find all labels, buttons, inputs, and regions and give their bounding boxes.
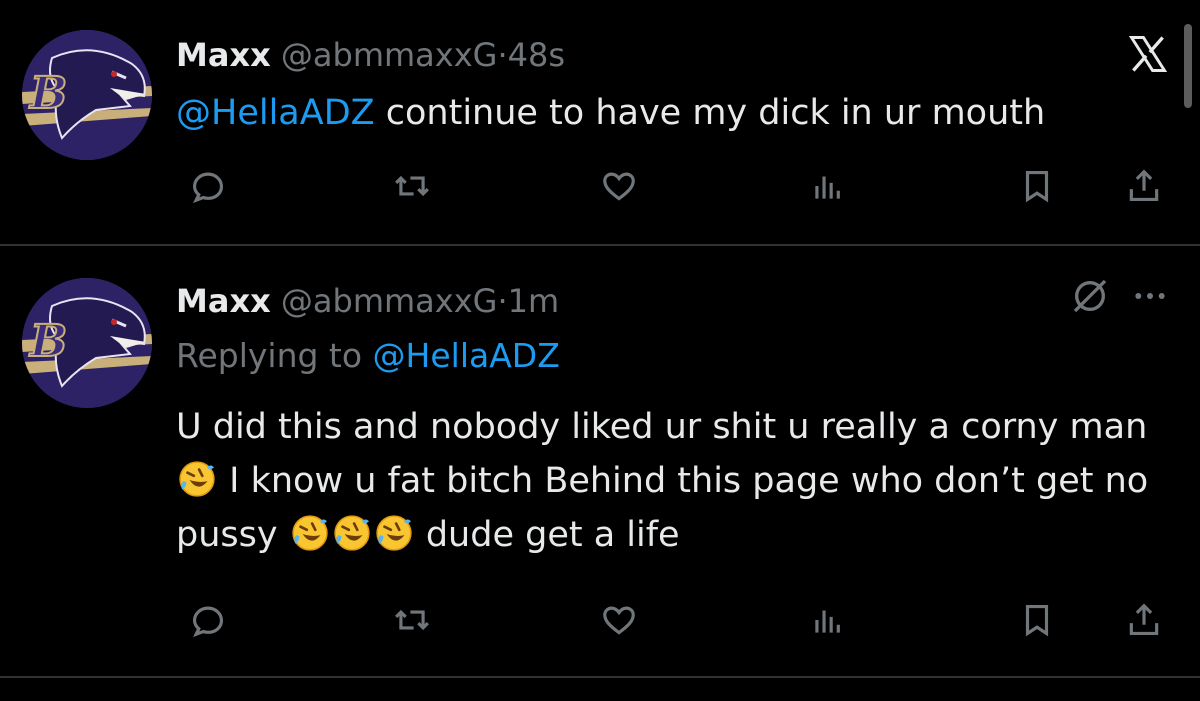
- tweet-header: Maxx @abmmaxxG·1m: [176, 281, 559, 321]
- timestamp[interactable]: 1m: [508, 282, 560, 320]
- x-logo-icon[interactable]: [1126, 32, 1170, 76]
- replying-to: Replying to @HellaADZ: [176, 334, 560, 378]
- tweet-text-part: dude get a life: [414, 515, 680, 555]
- share-icon: [1125, 167, 1163, 205]
- retweet-icon: [393, 167, 431, 205]
- avatar[interactable]: [22, 278, 152, 408]
- tweet-card[interactable]: Maxx @abmmaxxG·1m Replying to @HellaADZ …: [0, 246, 1200, 676]
- views-button[interactable]: [806, 164, 850, 208]
- retweet-icon: [393, 601, 431, 639]
- tweet-card[interactable]: Maxx @abmmaxxG·48s @HellaADZ continue to…: [0, 0, 1200, 244]
- ravens-logo-image: [22, 278, 152, 408]
- reply-button[interactable]: [186, 598, 230, 642]
- share-button[interactable]: [1122, 598, 1166, 642]
- views-icon: [809, 167, 847, 205]
- mention-link[interactable]: @HellaADZ: [373, 336, 560, 375]
- views-button[interactable]: [806, 598, 850, 642]
- share-button[interactable]: [1122, 164, 1166, 208]
- reply-icon: [189, 601, 227, 639]
- like-button[interactable]: [597, 164, 641, 208]
- action-bar: [0, 164, 1200, 208]
- user-handle[interactable]: @abmmaxxG: [281, 36, 498, 74]
- retweet-button[interactable]: [390, 164, 434, 208]
- bookmark-icon: [1018, 167, 1056, 205]
- rofl-emoji-icon: [333, 514, 371, 552]
- display-name[interactable]: Maxx: [176, 282, 271, 320]
- ravens-logo-image: [22, 30, 152, 160]
- share-icon: [1125, 601, 1163, 639]
- rofl-emoji-icon: [178, 460, 216, 498]
- bookmark-button[interactable]: [1015, 598, 1059, 642]
- tweet-text: U did this and nobody liked ur shit u re…: [176, 400, 1176, 562]
- rofl-emoji-icon: [375, 514, 413, 552]
- retweet-button[interactable]: [390, 598, 434, 642]
- user-handle[interactable]: @abmmaxxG: [281, 282, 498, 320]
- grok-icon[interactable]: [1070, 276, 1110, 316]
- display-name[interactable]: Maxx: [176, 36, 271, 74]
- rofl-emoji-icon: [291, 514, 329, 552]
- divider: [0, 676, 1200, 678]
- separator-dot: ·: [497, 36, 508, 74]
- action-bar: [0, 598, 1200, 642]
- tweet-header: Maxx @abmmaxxG·48s: [176, 35, 565, 75]
- tweet-text-part: U did this and nobody liked ur shit u re…: [176, 407, 1148, 447]
- bookmark-button[interactable]: [1015, 164, 1059, 208]
- views-icon: [809, 601, 847, 639]
- reply-icon: [189, 167, 227, 205]
- tweet-text: @HellaADZ continue to have my dick in ur…: [176, 86, 1045, 140]
- more-icon[interactable]: [1128, 276, 1172, 316]
- timestamp[interactable]: 48s: [508, 36, 565, 74]
- heart-icon: [600, 601, 638, 639]
- mention-link[interactable]: @HellaADZ: [176, 93, 375, 133]
- replying-to-label: Replying to: [176, 336, 373, 375]
- bookmark-icon: [1018, 601, 1056, 639]
- heart-icon: [600, 167, 638, 205]
- like-button[interactable]: [597, 598, 641, 642]
- reply-button[interactable]: [186, 164, 230, 208]
- tweet-text-body: continue to have my dick in ur mouth: [374, 93, 1046, 133]
- avatar[interactable]: [22, 30, 152, 160]
- separator-dot: ·: [497, 282, 508, 320]
